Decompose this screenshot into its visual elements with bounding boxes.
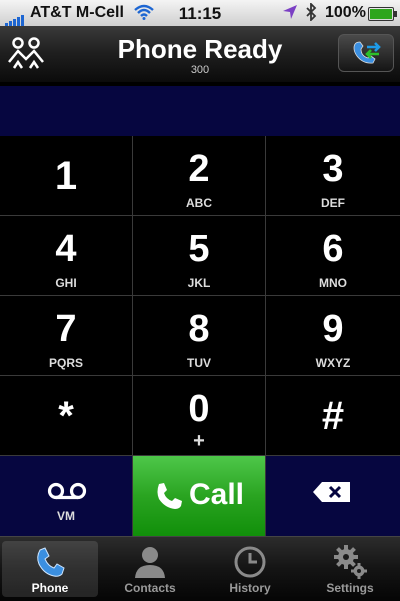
key-6[interactable]: 6 MNO — [266, 216, 400, 296]
voicemail-icon — [47, 482, 87, 500]
phone-icon — [157, 483, 182, 509]
voicemail-label: VM — [57, 509, 75, 523]
key-letters: MNO — [319, 276, 347, 290]
dialed-number — [0, 86, 400, 102]
key-hash[interactable]: # — [266, 376, 400, 456]
key-digit: 0 — [188, 388, 210, 430]
key-7[interactable]: 7 PQRS — [0, 296, 133, 376]
tab-label: Contacts — [124, 581, 176, 595]
key-digit: 9 — [322, 308, 344, 350]
delete-button[interactable] — [266, 456, 400, 536]
key-5[interactable]: 5 JKL — [133, 216, 266, 296]
key-star[interactable]: * — [0, 376, 133, 456]
clock-icon — [234, 546, 266, 578]
keypad: 1 2 ABC 3 DEF 4 GHI 5 JKL 6 MNO 7 PQRS 8… — [0, 136, 400, 536]
key-letters: GHI — [55, 276, 77, 290]
key-letters: DEF — [321, 196, 345, 210]
battery-percent: 100% — [325, 4, 366, 21]
tab-history[interactable]: History — [202, 541, 298, 597]
key-digit: 5 — [188, 228, 210, 270]
dialed-number-display[interactable] — [0, 86, 400, 136]
key-1[interactable]: 1 — [0, 136, 133, 216]
key-4[interactable]: 4 GHI — [0, 216, 133, 296]
key-digit: * — [58, 394, 74, 438]
backspace-icon — [313, 482, 350, 502]
location-icon — [282, 4, 298, 25]
transfer-call-button[interactable] — [338, 34, 394, 72]
header-bar: Phone Ready 300 — [0, 26, 400, 83]
tab-label: Settings — [326, 581, 374, 595]
key-letters: ABC — [186, 196, 212, 210]
voicemail-button[interactable]: VM — [0, 456, 133, 536]
key-digit: 4 — [55, 228, 77, 270]
tab-settings[interactable]: Settings — [302, 541, 398, 597]
call-label: Call — [189, 478, 245, 511]
key-digit: 1 — [54, 154, 78, 198]
key-9[interactable]: 9 WXYZ — [266, 296, 400, 376]
bluetooth-icon — [305, 1, 317, 26]
key-8[interactable]: 8 TUV — [133, 296, 266, 376]
key-letters: JKL — [187, 276, 211, 290]
status-bar: AT&T M-Cell 11:15 100% — [0, 0, 400, 27]
call-button[interactable]: Call — [133, 456, 266, 536]
key-letters: TUV — [187, 356, 211, 370]
key-letters: WXYZ — [315, 356, 351, 370]
transfer-call-icon — [353, 41, 381, 64]
contacts-icon — [135, 547, 165, 578]
battery-icon — [368, 7, 397, 21]
tab-label: History — [229, 581, 271, 595]
tab-phone[interactable]: Phone — [2, 541, 98, 597]
key-0[interactable]: 0 + — [133, 376, 266, 456]
key-letters: + — [193, 430, 205, 452]
key-digit: 7 — [55, 308, 77, 350]
key-digit: # — [321, 394, 345, 438]
key-digit: 3 — [322, 148, 344, 190]
key-digit: 8 — [188, 308, 210, 350]
key-letters: PQRS — [48, 356, 83, 370]
tab-label: Phone — [31, 581, 69, 595]
key-digit: 6 — [322, 228, 344, 270]
tab-contacts[interactable]: Contacts — [102, 541, 198, 597]
key-digit: 2 — [188, 148, 210, 190]
key-2[interactable]: 2 ABC — [133, 136, 266, 216]
tab-bar: Phone Contacts History Settings — [0, 536, 400, 601]
gears-icon — [334, 545, 367, 579]
phone-icon — [37, 547, 65, 577]
key-3[interactable]: 3 DEF — [266, 136, 400, 216]
